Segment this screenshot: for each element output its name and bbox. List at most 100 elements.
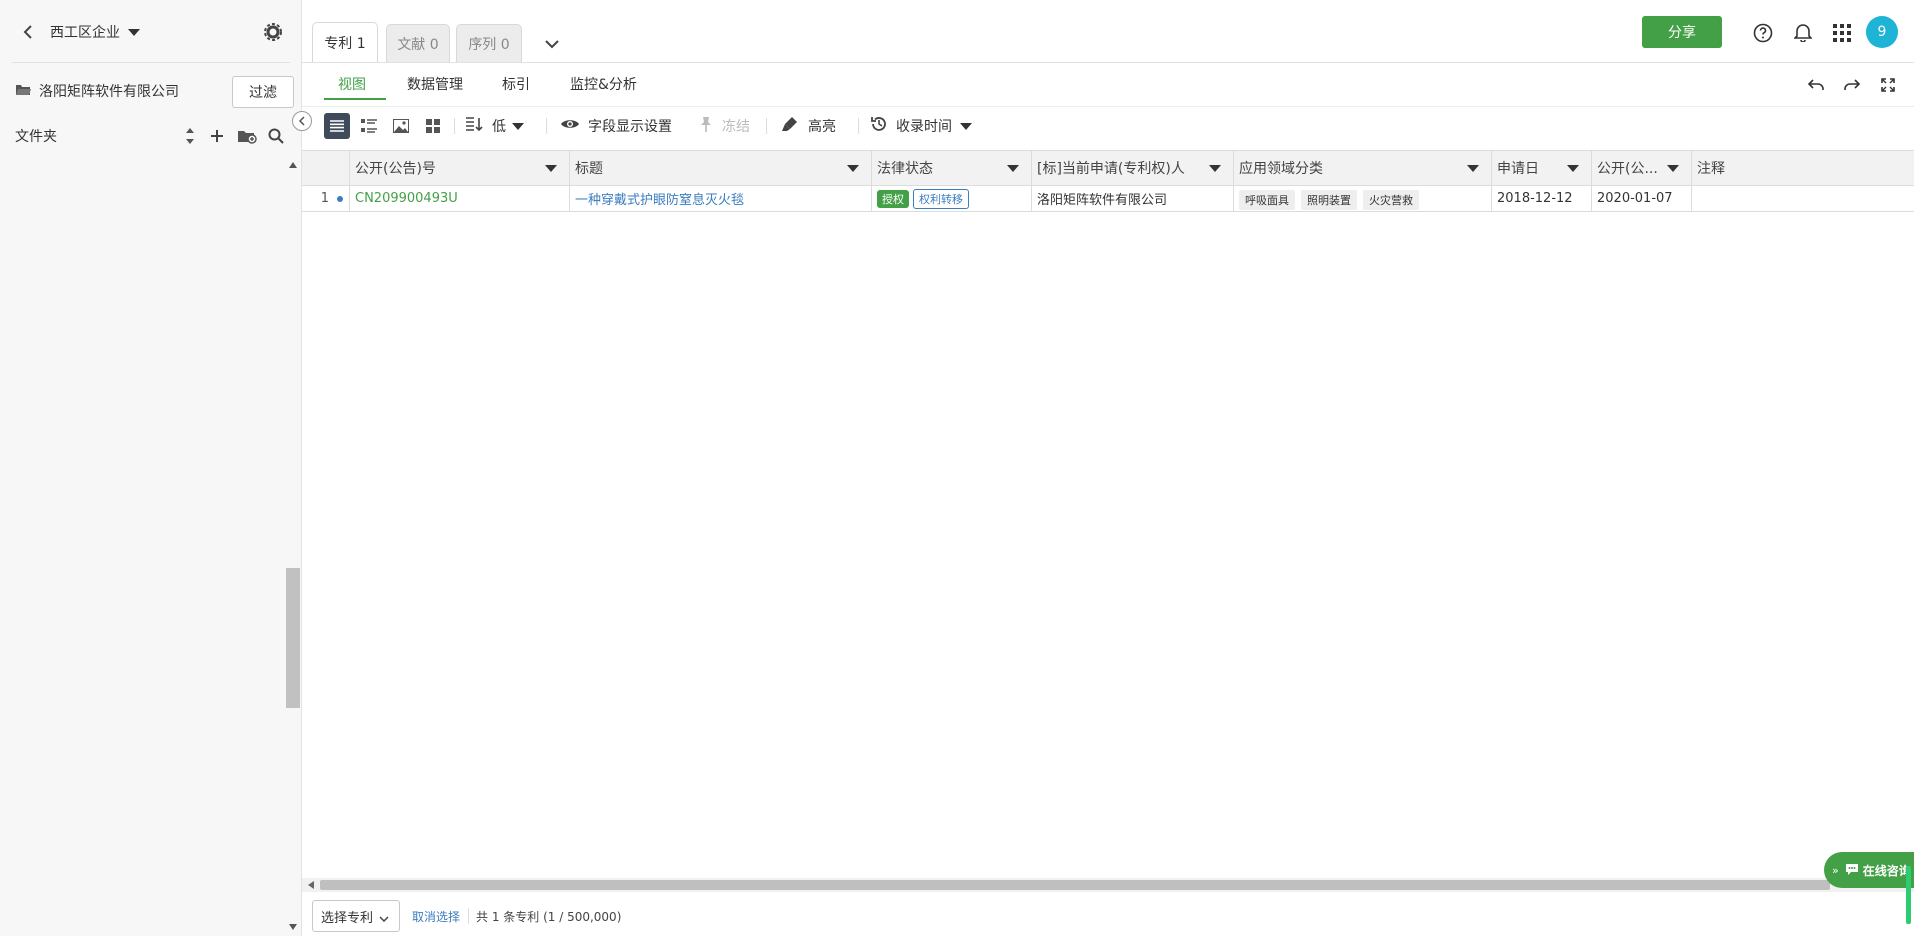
title-link[interactable]: 一种穿戴式护眼防窒息灭火毯: [575, 189, 744, 208]
more-tabs-chevron-icon[interactable]: [542, 34, 562, 54]
help-icon[interactable]: [1752, 22, 1774, 44]
avatar[interactable]: 9: [1866, 16, 1898, 48]
unread-dot-icon: [337, 195, 343, 202]
online-consult-widget[interactable]: » 在线咨询: [1824, 852, 1914, 888]
column-header-apply-date[interactable]: 申请日: [1492, 151, 1592, 185]
sort-icon[interactable]: [182, 126, 198, 146]
eye-icon: [560, 117, 580, 135]
subtab-divider: [302, 106, 1914, 107]
apply-date: 2018-12-12: [1497, 191, 1573, 206]
pub-no-link[interactable]: CN209900493U: [355, 191, 458, 206]
add-icon[interactable]: [208, 126, 226, 146]
chat-label: 在线咨询: [1862, 863, 1911, 878]
caret-down-icon[interactable]: [1007, 165, 1019, 172]
image-view-icon[interactable]: [390, 116, 412, 136]
horizontal-scroll-thumb[interactable]: [320, 880, 1830, 890]
collect-time-label: 收录时间: [896, 119, 952, 135]
highlighter-icon: [782, 116, 798, 136]
table-row[interactable]: 1 CN209900493U 一种穿戴式护眼防窒息灭火毯 授权 权利转移 洛阳矩…: [302, 186, 1914, 212]
footer-separator: [468, 908, 469, 924]
column-title: 注释: [1697, 161, 1725, 177]
search-icon[interactable]: [266, 126, 286, 146]
subtab-view[interactable]: 视图: [338, 74, 366, 94]
column-title: 标题: [575, 161, 603, 177]
pin-icon: [700, 116, 712, 136]
collect-time-sort[interactable]: 收录时间: [870, 112, 972, 140]
folder-open-icon: [15, 83, 31, 100]
status-badge-granted: 授权: [877, 189, 909, 208]
org-name: 洛阳矩阵软件有限公司: [39, 84, 179, 100]
grid-view-icon[interactable]: [422, 116, 444, 136]
caret-down-icon[interactable]: [1567, 165, 1579, 172]
column-header-note[interactable]: 注释: [1692, 151, 1914, 185]
density-selector[interactable]: 低: [466, 112, 524, 140]
scroll-left-arrow[interactable]: [308, 881, 314, 889]
chevron-down-icon: [379, 912, 389, 927]
sidebar-scrollbar[interactable]: [286, 156, 300, 936]
redo-icon[interactable]: [1842, 76, 1862, 94]
column-title: 法律状态: [877, 161, 933, 177]
row-index: 1: [320, 191, 329, 206]
chat-side-bar: [1906, 866, 1911, 924]
freeze-button[interactable]: 冻结: [700, 112, 750, 140]
add-folder-icon[interactable]: [236, 126, 258, 146]
applicant-name: 洛阳矩阵软件有限公司: [1037, 193, 1168, 208]
filter-button[interactable]: 过滤: [232, 76, 294, 108]
field-settings-button[interactable]: 字段显示设置: [560, 112, 672, 140]
tab-sequence[interactable]: 序列 0: [456, 24, 522, 62]
select-patent-dropdown[interactable]: 选择专利: [312, 900, 400, 932]
collapse-sidebar-icon[interactable]: [292, 111, 312, 131]
avatar-text: 9: [1877, 24, 1887, 40]
gear-icon[interactable]: [262, 21, 284, 43]
subtab-monitor-analysis[interactable]: 监控&分析: [570, 74, 637, 94]
field-tag: 呼吸面具: [1239, 190, 1295, 210]
tab-patent[interactable]: 专利 1: [312, 22, 378, 62]
tabs-divider: [302, 62, 1914, 63]
column-header-pub-no[interactable]: 公开(公告)号: [350, 151, 570, 185]
scroll-down-arrow[interactable]: [289, 924, 297, 930]
result-count: 共 1 条专利 (1 / 500,000): [476, 910, 622, 924]
chevron-down-icon: [960, 122, 972, 130]
scroll-thumb[interactable]: [286, 568, 300, 708]
density-label: 低: [492, 119, 506, 135]
apps-grid-icon[interactable]: [1831, 22, 1853, 44]
bell-icon[interactable]: [1792, 21, 1814, 43]
clock-history-icon: [870, 115, 888, 137]
title-cell[interactable]: 一种穿戴式护眼防窒息灭火毯: [570, 186, 872, 211]
caret-down-icon[interactable]: [545, 165, 557, 172]
column-header-applicant[interactable]: [标]当前申请(专利权)人: [1032, 151, 1234, 185]
column-header-legal-status[interactable]: 法律状态: [872, 151, 1032, 185]
note-cell[interactable]: [1692, 186, 1914, 211]
row-number-cell: 1: [302, 186, 350, 211]
chat-bubble-icon: [1845, 863, 1859, 878]
scroll-up-arrow[interactable]: [289, 162, 297, 168]
caret-down-icon[interactable]: [847, 165, 859, 172]
fullscreen-icon[interactable]: [1878, 76, 1898, 94]
column-header-title[interactable]: 标题: [570, 151, 872, 185]
subtab-indexing[interactable]: 标引: [502, 74, 530, 94]
caret-down-icon[interactable]: [1467, 165, 1479, 172]
org-item[interactable]: 洛阳矩阵软件有限公司: [15, 80, 179, 102]
tab-label: 序列 0: [468, 36, 510, 53]
back-icon[interactable]: [18, 22, 38, 42]
group-selector[interactable]: 西工区企业: [18, 18, 140, 46]
subtab-data-management[interactable]: 数据管理: [407, 74, 463, 94]
apply-date-cell: 2018-12-12: [1492, 186, 1592, 211]
undo-icon[interactable]: [1806, 76, 1826, 94]
list-view-icon[interactable]: [324, 113, 350, 139]
pub-no-cell[interactable]: CN209900493U: [350, 186, 570, 211]
caret-down-icon[interactable]: [1209, 165, 1221, 172]
caret-down-icon[interactable]: [1667, 165, 1679, 172]
highlight-button[interactable]: 高亮: [782, 112, 836, 140]
column-title: 公开(公告)号: [355, 161, 436, 177]
toolbar-separator: [454, 118, 455, 134]
detail-list-icon[interactable]: [358, 116, 380, 136]
column-header-application-field[interactable]: 应用领域分类: [1234, 151, 1492, 185]
tab-literature[interactable]: 文献 0: [386, 24, 450, 62]
cancel-selection-link[interactable]: 取消选择: [412, 908, 460, 925]
applicant-cell: 洛阳矩阵软件有限公司: [1032, 186, 1234, 211]
share-button[interactable]: 分享: [1642, 16, 1722, 48]
column-header-pub-date[interactable]: 公开(公...: [1592, 151, 1692, 185]
toolbar-separator: [858, 118, 859, 134]
horizontal-scrollbar[interactable]: [302, 878, 1914, 892]
